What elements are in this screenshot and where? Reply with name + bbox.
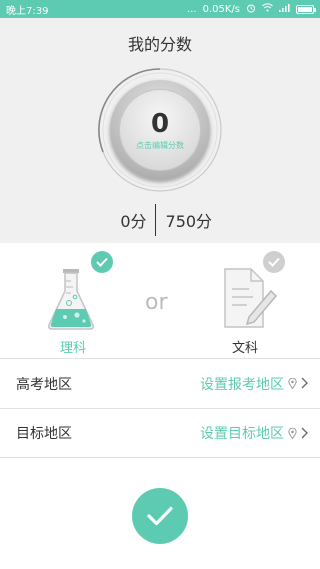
target-region-row[interactable]: 目标地区 设置目标地区 — [0, 408, 320, 458]
network-speed: 0.05K/s — [202, 3, 240, 15]
location-pin-icon — [288, 374, 297, 393]
exam-region-row[interactable]: 高考地区 设置报考地区 — [0, 358, 320, 408]
subject-arts-label: 文科 — [231, 341, 258, 356]
subject-science-label: 理科 — [59, 341, 86, 356]
chevron-right-icon — [301, 424, 308, 443]
subject-science-option[interactable]: 理科 — [33, 251, 113, 356]
exam-region-value: 设置报考地区 — [200, 376, 284, 393]
status-bar: 晚上7:39 ... 0.05K/s — [0, 0, 320, 18]
score-gauge: 0 点击编辑分数 — [96, 66, 224, 194]
exam-region-label: 高考地区 — [16, 376, 72, 393]
status-time: 晚上7:39 — [6, 5, 49, 17]
wifi-icon — [262, 3, 273, 15]
arts-check-icon — [263, 251, 285, 273]
target-region-label: 目标地区 — [16, 426, 72, 442]
page-title: 我的分数 — [127, 35, 192, 54]
range-max: 750分 — [165, 212, 213, 231]
location-pin-icon — [288, 424, 297, 443]
cell-signal-icon — [279, 3, 290, 15]
signal-dots: ... — [187, 3, 197, 15]
subject-arts-option[interactable]: 文科 — [205, 251, 285, 356]
edit-score-label: 点击编辑分数 — [136, 140, 184, 150]
battery-icon — [296, 4, 316, 14]
score-section: 我的分数 0 点击编辑分数 0分 750分 — [0, 18, 320, 243]
status-right: ... 0.05K/s — [187, 3, 316, 16]
score-range: 0分 750分 — [0, 204, 320, 236]
target-region-value: 设置目标地区 — [200, 426, 284, 442]
score-knob: 0 点击编辑分数 — [110, 80, 210, 180]
checkmark-icon — [147, 506, 173, 526]
alarm-icon — [246, 3, 256, 16]
confirm-button[interactable] — [132, 488, 188, 544]
chevron-right-icon — [301, 374, 308, 393]
range-min: 0分 — [120, 212, 147, 231]
edit-score-button[interactable]: 0 点击编辑分数 — [119, 89, 201, 171]
or-separator: or — [145, 290, 168, 315]
science-check-icon — [91, 251, 113, 273]
score-value: 0 — [150, 108, 170, 139]
